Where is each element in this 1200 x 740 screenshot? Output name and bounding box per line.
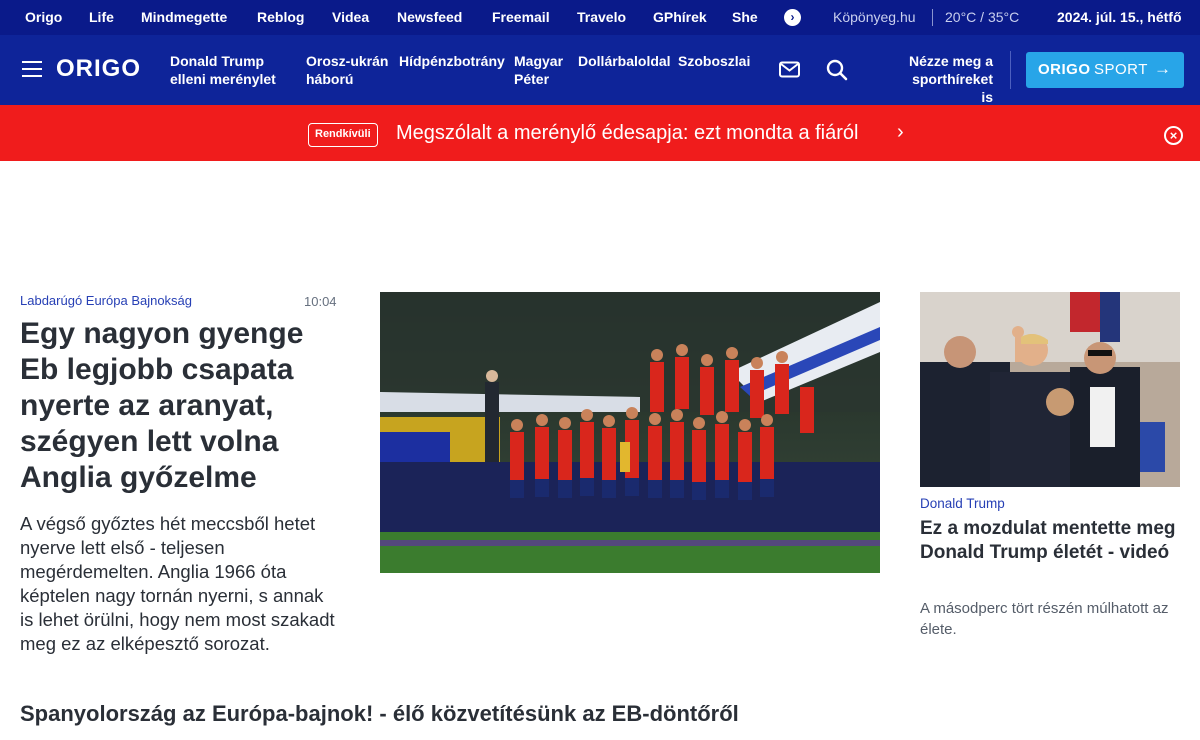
network-link-gphirek[interactable]: GPhírek [653, 0, 707, 35]
chevron-right-icon: › [897, 121, 904, 143]
sport-button-section: SPORT [1094, 61, 1148, 78]
hamburger-menu-icon[interactable] [22, 61, 42, 77]
nav-label: Péter [514, 71, 550, 87]
nav-item-dollarbaloldal[interactable]: Dollárbaloldal [578, 52, 671, 70]
nav-label: Orosz-ukrán [306, 53, 389, 69]
nav-item-szoboszlai[interactable]: Szoboszlai [678, 52, 750, 70]
network-link-travelo[interactable]: Travelo [577, 0, 626, 35]
nav-label: Hídpénzbotrány [399, 53, 505, 69]
network-link-freemail[interactable]: Freemail [492, 0, 550, 35]
side-article-image[interactable] [920, 292, 1180, 487]
network-link-newsfeed[interactable]: Newsfeed [397, 0, 462, 35]
divider [932, 9, 933, 26]
nav-item-trump[interactable]: Donald Trump elleni merénylet [170, 52, 276, 88]
origo-sport-button[interactable]: ORIGO SPORT → [1026, 52, 1184, 88]
network-link-videa[interactable]: Videa [332, 0, 369, 35]
network-bar: Origo Life Mindmegette Reblog Videa News… [0, 0, 1200, 35]
lead-article-title[interactable]: Egy nagyon gyenge Eb legjobb csapata nye… [20, 316, 340, 496]
main-header: ORIGO Donald Trump elleni merénylet Oros… [0, 35, 1200, 105]
nav-label: Magyar [514, 53, 564, 69]
side-article-lede[interactable]: A másodperc tört részén múlhatott az éle… [920, 598, 1182, 640]
nav-item-orosz-ukran[interactable]: Orosz-ukrán háború [306, 52, 388, 88]
sport-promo-text[interactable]: Nézze meg a sporthíreket is [897, 52, 993, 106]
nav-label: elleni merénylet [170, 71, 276, 87]
search-icon[interactable] [826, 59, 848, 81]
chevron-right-icon[interactable]: › [784, 9, 801, 26]
temperature-readout: 20°C / 35°C [945, 9, 1020, 25]
network-link-mindmegette[interactable]: Mindmegette [141, 0, 227, 35]
promo-label: Nézze meg a [908, 53, 993, 69]
weather-link[interactable]: Köpönyeg.hu [833, 0, 916, 35]
nav-label: háború [306, 71, 354, 87]
breaking-news-bar[interactable]: Rendkívüli Megszólalt a merénylő édesapj… [0, 105, 1200, 161]
side-article-category[interactable]: Donald Trump [920, 496, 1005, 511]
breaking-badge: Rendkívüli [308, 123, 378, 147]
close-icon[interactable]: × [1164, 126, 1183, 145]
promo-label: sporthíreket is [912, 71, 993, 105]
network-link-life[interactable]: Life [89, 0, 114, 35]
network-link-reblog[interactable]: Reblog [257, 0, 304, 35]
mail-icon[interactable] [779, 61, 800, 78]
live-coverage-headline[interactable]: Spanyolország az Európa-bajnok! - élő kö… [20, 701, 739, 727]
lead-article-category[interactable]: Labdarúgó Európa Bajnokság [20, 293, 192, 308]
nav-label: Dollárbaloldal [578, 53, 671, 69]
nav-item-magyar-peter[interactable]: Magyar Péter [514, 52, 563, 88]
nav-label: Donald Trump [170, 53, 265, 69]
network-link-she[interactable]: She [732, 0, 758, 35]
lead-article-lede[interactable]: A végső győztes hét meccsből hetet nyerv… [20, 512, 338, 656]
site-logo[interactable]: ORIGO [56, 55, 141, 83]
nav-label: Szoboszlai [678, 53, 751, 69]
side-article-title[interactable]: Ez a mozdulat mentette meg Donald Trump … [920, 517, 1182, 565]
network-link-origo[interactable]: Origo [25, 0, 62, 35]
lead-article-image[interactable] [380, 292, 880, 573]
sport-button-brand: ORIGO [1038, 61, 1091, 78]
nav-item-hidpenzbotrany[interactable]: Hídpénzbotrány [399, 52, 505, 70]
arrow-right-icon: → [1154, 59, 1171, 78]
current-date: 2024. júl. 15., hétfő [1057, 9, 1182, 25]
lead-article-time: 10:04 [304, 294, 337, 309]
divider [1010, 51, 1011, 89]
breaking-headline[interactable]: Megszólalt a merénylő édesapja: ezt mond… [396, 122, 858, 145]
